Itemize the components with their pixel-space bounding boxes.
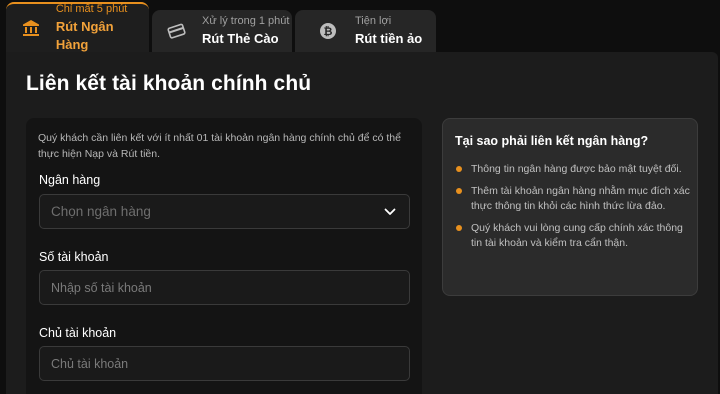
account-holder-label: Chủ tài khoản [39, 326, 117, 340]
card-icon [166, 20, 188, 42]
withdraw-method-tabs: Chỉ mất 5 phút Rút Ngân Hàng Xử lý trong… [0, 0, 720, 52]
tab-subtitle: Xử lý trong 1 phút [202, 15, 290, 27]
tab-card-withdraw[interactable]: Xử lý trong 1 phút Rút Thẻ Cào [152, 10, 292, 52]
why-link-bank-card: Tại sao phải liên kết ngân hàng? Thông t… [442, 118, 698, 296]
list-item: Thông tin ngân hàng được bảo mật tuyệt đ… [455, 162, 691, 177]
chevron-down-icon [377, 194, 403, 229]
list-item-text: Thêm tài khoản ngân hàng nhằm mục đích x… [471, 185, 690, 212]
form-intro-text: Quý khách cần liên kết với ít nhất 01 tà… [38, 132, 401, 160]
tab-subtitle: Chỉ mất 5 phút [55, 3, 128, 15]
bullet-dot-icon [456, 225, 462, 231]
content-panel: Liên kết tài khoản chính chủ Quý khách c… [6, 52, 718, 394]
bank-label: Ngân hàng [39, 173, 101, 187]
svg-text:₿: ₿ [324, 26, 333, 38]
tab-bank-withdraw[interactable]: Chỉ mất 5 phút Rút Ngân Hàng [6, 2, 149, 52]
account-number-label: Số tài khoản [39, 250, 109, 264]
bitcoin-icon: ₿ [317, 20, 339, 42]
bank-select[interactable]: Chọn ngân hàng [39, 194, 410, 229]
tab-label: Rút Thẻ Cào [202, 31, 279, 46]
account-holder-field[interactable] [39, 346, 410, 381]
why-title: Tại sao phải liên kết ngân hàng? [455, 134, 649, 148]
bullet-dot-icon [456, 188, 462, 194]
list-item: Thêm tài khoản ngân hàng nhằm mục đích x… [455, 184, 691, 214]
bank-icon [20, 17, 42, 39]
account-holder-input[interactable] [51, 356, 409, 371]
tab-crypto-withdraw[interactable]: ₿ Tiện lợi Rút tiền ảo [295, 10, 436, 52]
tab-label: Rút tiền ảo [355, 31, 423, 46]
page-title: Liên kết tài khoản chính chủ [26, 72, 312, 95]
list-item-text: Quý khách vui lòng cung cấp chính xác th… [471, 222, 683, 249]
bank-link-form: Quý khách cần liên kết với ít nhất 01 tà… [26, 118, 422, 394]
account-number-field[interactable] [39, 270, 410, 305]
list-item-text: Thông tin ngân hàng được bảo mật tuyệt đ… [471, 163, 682, 175]
bullet-dot-icon [456, 166, 462, 172]
bank-select-placeholder: Chọn ngân hàng [51, 204, 151, 219]
tab-label: Rút Ngân Hàng [55, 19, 114, 52]
why-list: Thông tin ngân hàng được bảo mật tuyệt đ… [455, 162, 691, 258]
account-number-input[interactable] [51, 280, 409, 295]
tab-subtitle: Tiện lợi [355, 15, 392, 27]
list-item: Quý khách vui lòng cung cấp chính xác th… [455, 221, 691, 251]
